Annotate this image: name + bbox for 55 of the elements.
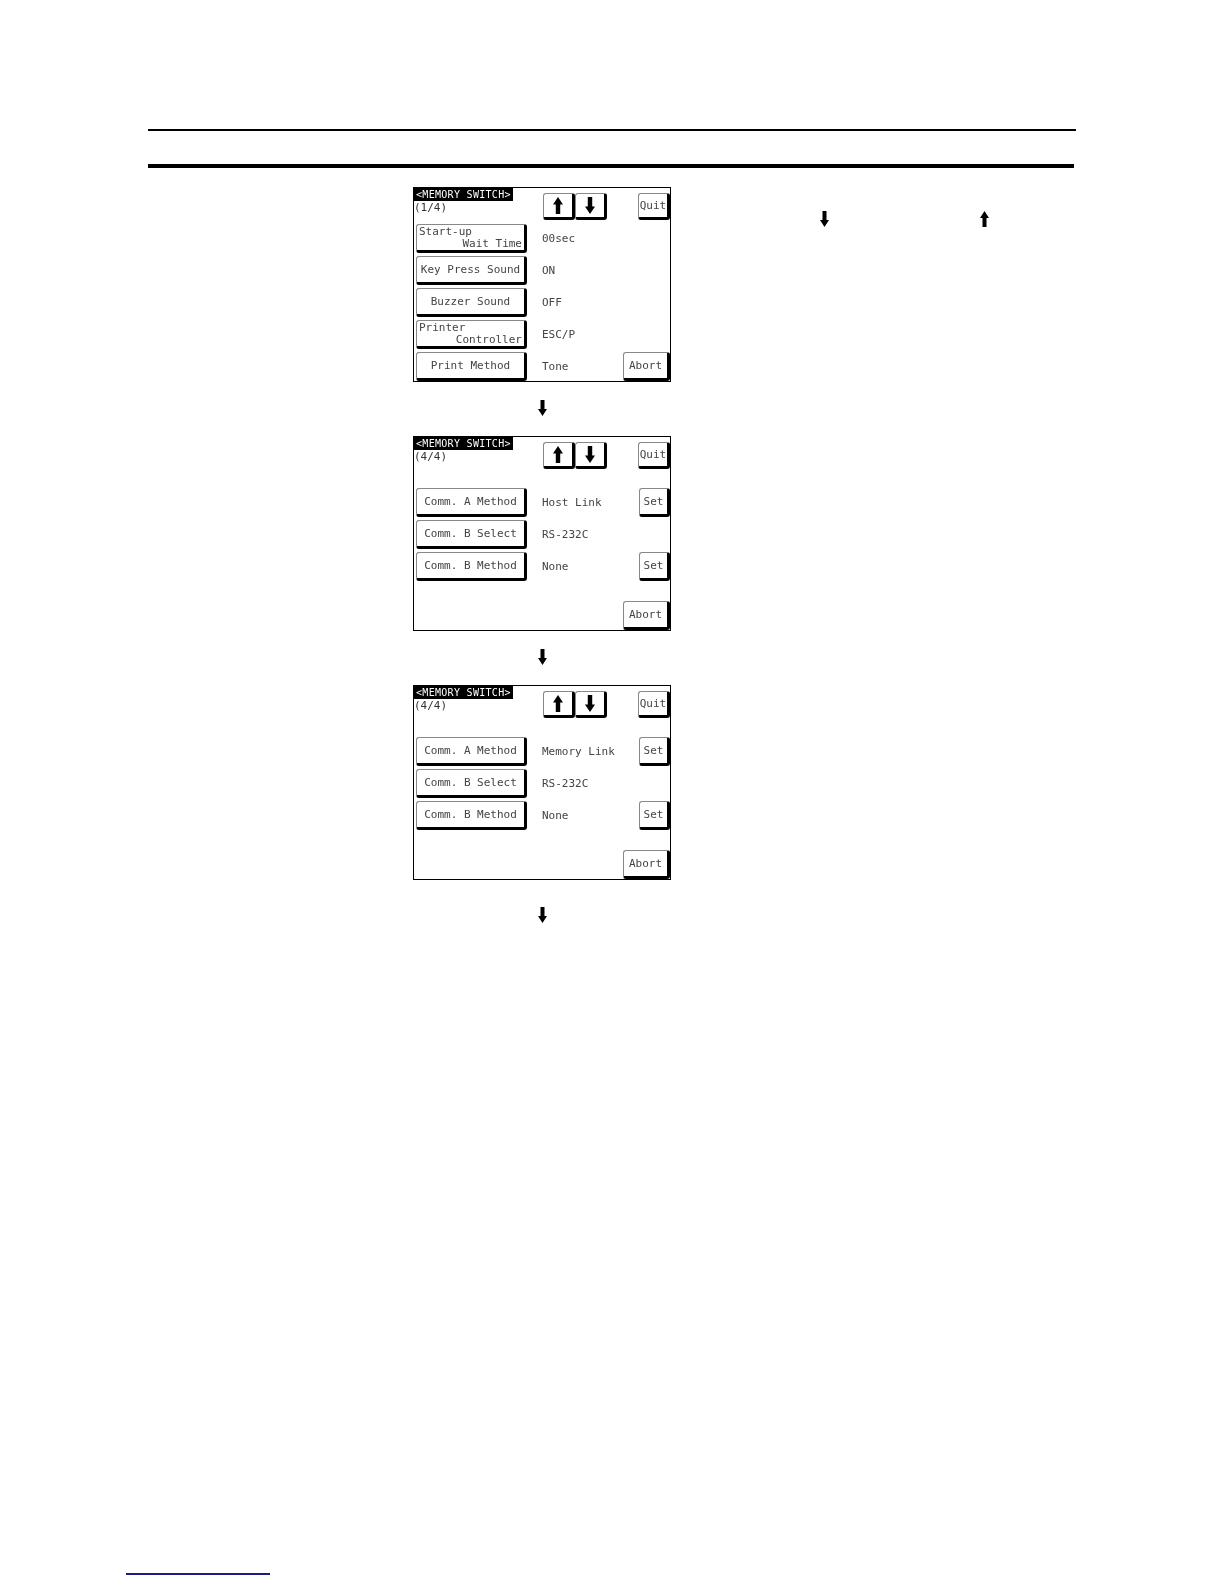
- setting-value: ESC/P: [541, 328, 577, 341]
- scroll-down-button[interactable]: [575, 442, 607, 469]
- abort-button[interactable]: Abort: [623, 850, 670, 879]
- setting-button[interactable]: Comm. B Method: [416, 552, 527, 581]
- screen-title: <MEMORY SWITCH>: [414, 437, 513, 450]
- down-arrow-icon: [585, 695, 595, 712]
- setting-button[interactable]: Printer Controller: [416, 320, 527, 349]
- scroll-up-button[interactable]: [543, 691, 575, 718]
- down-arrow-icon: [537, 649, 547, 665]
- setting-button[interactable]: Comm. B Select: [416, 769, 527, 798]
- setting-value: ON: [541, 264, 557, 277]
- setting-button[interactable]: Buzzer Sound: [416, 288, 527, 317]
- setting-value: None: [541, 560, 570, 573]
- setting-value: RS-232C: [541, 777, 590, 790]
- setting-button[interactable]: Comm. A Method: [416, 737, 527, 766]
- scroll-down-button[interactable]: [575, 193, 607, 220]
- quit-button[interactable]: Quit: [638, 442, 670, 469]
- up-arrow-icon: [980, 211, 989, 227]
- screen-title: <MEMORY SWITCH>: [414, 188, 513, 201]
- page-indicator: (4/4): [414, 450, 448, 463]
- scroll-up-button[interactable]: [543, 193, 575, 220]
- setting-button[interactable]: Print Method: [416, 352, 527, 381]
- setting-value: 00sec: [541, 232, 577, 245]
- set-button[interactable]: Set: [639, 737, 670, 766]
- set-button[interactable]: Set: [639, 488, 670, 517]
- quit-button[interactable]: Quit: [638, 193, 670, 220]
- up-arrow-icon: [553, 695, 563, 712]
- down-arrow-icon: [820, 211, 829, 227]
- setting-button[interactable]: Comm. B Select: [416, 520, 527, 549]
- page-indicator: (4/4): [414, 699, 448, 712]
- setting-value: Host Link: [541, 496, 603, 509]
- down-arrow-icon: [537, 400, 547, 416]
- setting-button[interactable]: Comm. B Method: [416, 801, 527, 830]
- quit-button[interactable]: Quit: [638, 691, 670, 718]
- abort-button[interactable]: Abort: [623, 601, 670, 630]
- page-indicator: (1/4): [414, 201, 448, 214]
- set-button[interactable]: Set: [639, 552, 670, 581]
- down-arrow-icon: [585, 446, 595, 463]
- up-arrow-icon: [553, 197, 563, 214]
- setting-button[interactable]: Key Press Sound: [416, 256, 527, 285]
- scroll-down-button[interactable]: [575, 691, 607, 718]
- down-arrow-icon: [537, 907, 547, 923]
- setting-value: Memory Link: [541, 745, 616, 758]
- scroll-up-button[interactable]: [543, 442, 575, 469]
- down-arrow-icon: [585, 197, 595, 214]
- setting-button[interactable]: Comm. A Method: [416, 488, 527, 517]
- screen-title: <MEMORY SWITCH>: [414, 686, 513, 699]
- setting-value: RS-232C: [541, 528, 590, 541]
- setting-value: Tone: [541, 360, 570, 373]
- set-button[interactable]: Set: [639, 801, 670, 830]
- up-arrow-icon: [553, 446, 563, 463]
- abort-button[interactable]: Abort: [623, 352, 670, 381]
- setting-value: None: [541, 809, 570, 822]
- setting-button[interactable]: Start-up Wait Time: [416, 224, 527, 253]
- setting-value: OFF: [541, 296, 563, 309]
